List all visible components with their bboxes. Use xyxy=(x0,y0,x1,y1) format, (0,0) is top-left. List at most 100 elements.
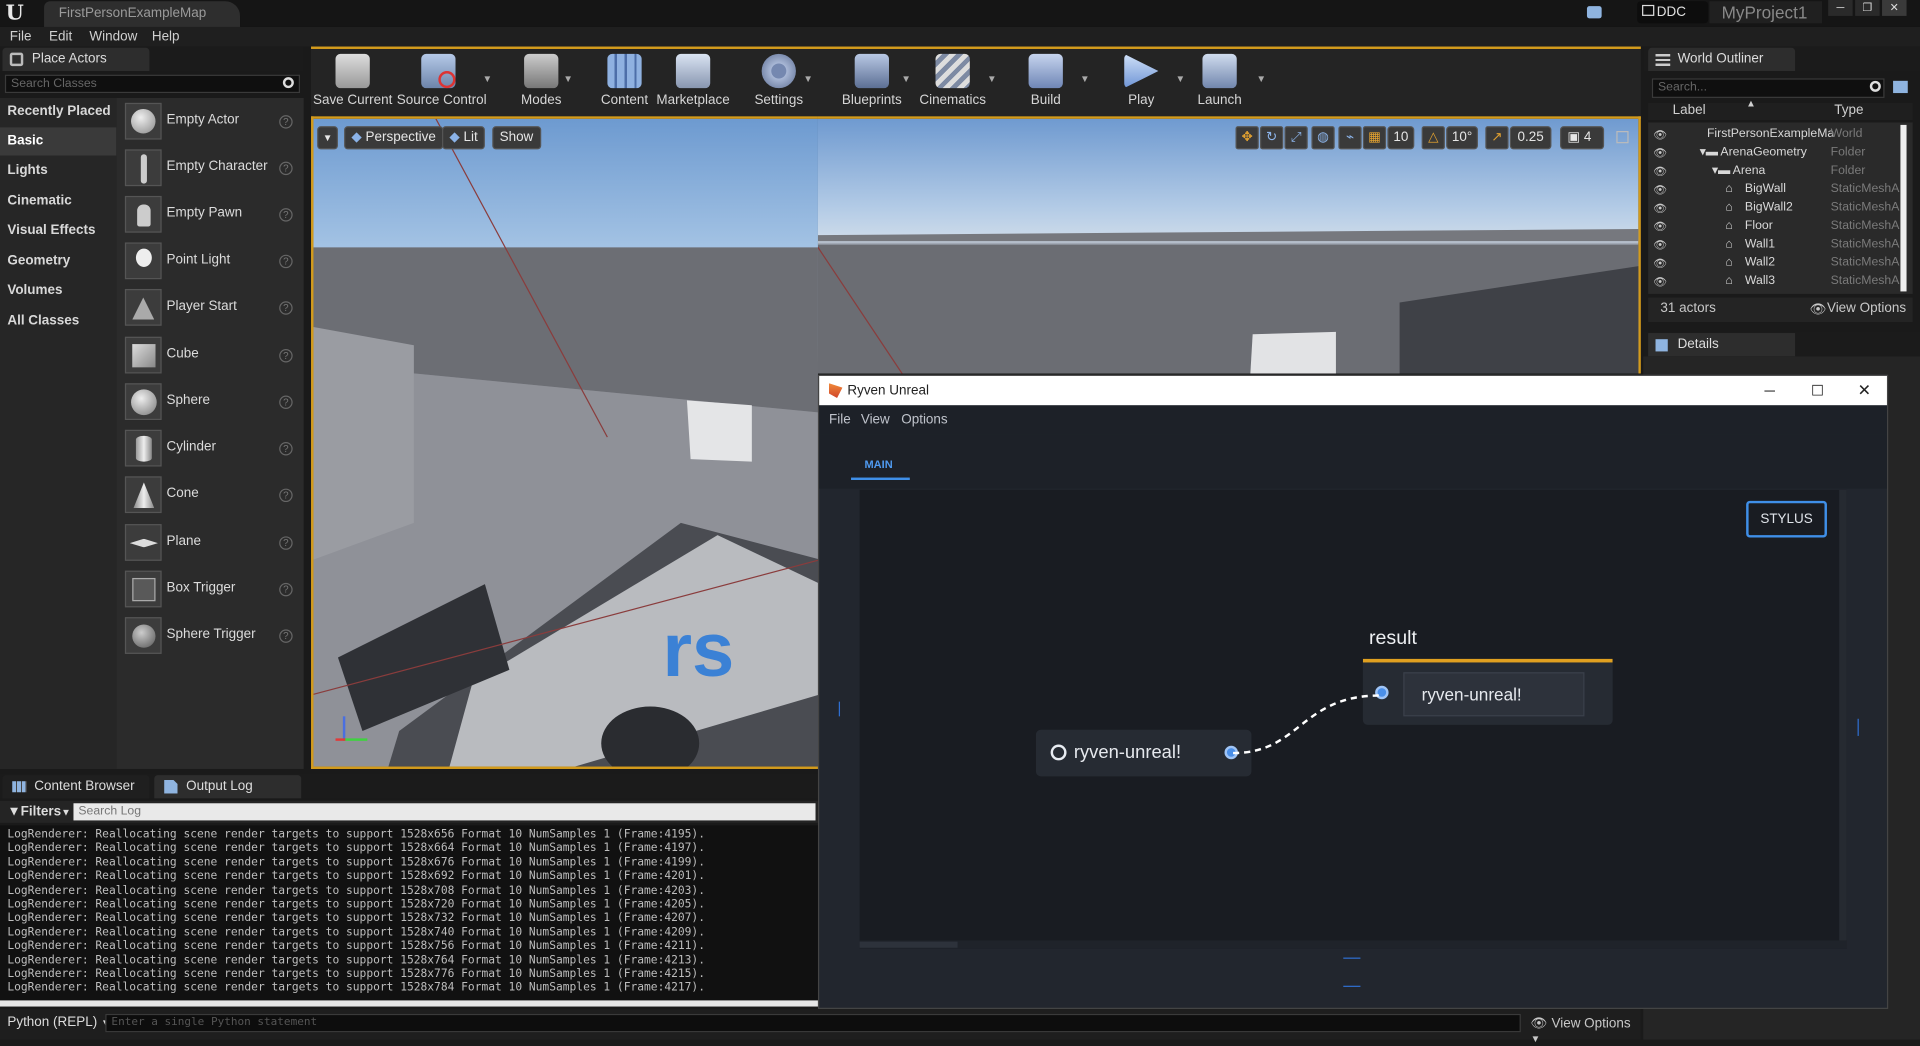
help-icon[interactable]: ? xyxy=(279,629,293,643)
eye-icon[interactable]: 👁 xyxy=(1653,255,1667,273)
category-geometry[interactable]: Geometry xyxy=(0,247,116,275)
play-button[interactable]: Play ▼ xyxy=(1100,49,1185,119)
eye-icon[interactable]: 👁 xyxy=(1653,273,1667,291)
surface-snap-icon[interactable]: ⌁ xyxy=(1338,126,1362,150)
lit-button[interactable]: ◆ Lit xyxy=(442,126,486,150)
ryven-menu-file[interactable]: File xyxy=(829,413,851,428)
ryven-minimize-icon[interactable]: ─ xyxy=(1765,376,1775,405)
menu-help[interactable]: Help xyxy=(152,27,180,47)
outliner-row[interactable]: 👁 ▾▬ Arena Folder xyxy=(1648,162,1912,180)
rotate-tool-icon[interactable]: ↻ xyxy=(1260,126,1284,150)
world-space-icon[interactable]: ◍ xyxy=(1311,126,1335,150)
outliner-row[interactable]: 👁 ⌂ Wall2 StaticMeshA xyxy=(1648,253,1912,271)
category-cinematic[interactable]: Cinematic xyxy=(0,187,116,215)
ryven-close-icon[interactable]: ✕ xyxy=(1858,376,1871,405)
source-control-button[interactable]: Source Control ▼ xyxy=(397,49,492,119)
scale-tool-icon[interactable]: ⤢ xyxy=(1284,126,1308,150)
help-icon[interactable]: ? xyxy=(279,488,293,503)
help-icon[interactable]: ? xyxy=(279,208,293,222)
actor-item[interactable]: Empty Character? xyxy=(116,147,303,191)
chevron-down-icon[interactable]: ▼ xyxy=(987,73,997,84)
actor-item[interactable]: Point Light? xyxy=(116,240,303,284)
chevron-down-icon[interactable]: ▼ xyxy=(901,73,911,84)
translate-tool-icon[interactable]: ✥ xyxy=(1235,126,1259,150)
settings-button[interactable]: Settings ▼ xyxy=(737,49,820,119)
grid-snap-icon[interactable]: ▦ xyxy=(1362,126,1387,150)
perspective-button[interactable]: ◆ Perspective xyxy=(344,126,444,150)
eye-icon[interactable]: 👁 xyxy=(1653,218,1667,236)
chevron-down-icon[interactable]: ▼ xyxy=(803,73,813,84)
input-port-icon[interactable] xyxy=(1375,685,1389,700)
content-browser-tab[interactable]: Content Browser xyxy=(2,775,150,799)
help-icon[interactable]: ? xyxy=(279,254,293,269)
chevron-down-icon[interactable]: ▼ xyxy=(563,73,573,84)
level-viewport[interactable]: rs ▼ ◆ Perspective ◆ Lit Show xyxy=(311,116,818,769)
python-mode-selector[interactable]: Python (REPL) ▼ xyxy=(7,1015,110,1030)
outliner-row[interactable]: 👁 FirstPersonExampleMa World xyxy=(1648,125,1912,143)
canvas-horizontal-scrollbar[interactable] xyxy=(859,940,1847,949)
camera-speed-button[interactable]: ▣ 4 xyxy=(1560,126,1605,150)
log-view-options[interactable]: 👁 View Options ▼ xyxy=(1531,1015,1641,1046)
chevron-down-icon[interactable]: ▼ xyxy=(1256,73,1266,84)
search-log-input[interactable]: Search Log xyxy=(73,803,816,821)
chevron-down-icon[interactable]: ▼ xyxy=(482,73,492,84)
actor-item[interactable]: Sphere? xyxy=(116,381,303,425)
close-icon[interactable]: ✕ xyxy=(1882,0,1907,16)
eye-icon[interactable]: 👁 xyxy=(1653,200,1667,218)
category-lights[interactable]: Lights xyxy=(0,157,116,185)
help-icon[interactable]: ? xyxy=(279,582,293,597)
build-button[interactable]: Build ▼ xyxy=(1004,49,1090,119)
menu-window[interactable]: Window xyxy=(89,27,137,47)
eye-icon[interactable]: 👁 xyxy=(1653,144,1667,162)
outliner-row[interactable]: 👁 ▾▬ ArenaGeometry Folder xyxy=(1648,143,1912,161)
col-type[interactable]: Type xyxy=(1834,103,1863,118)
actor-item[interactable]: Cylinder? xyxy=(116,427,303,471)
outliner-row[interactable]: 👁 ⌂ BigWall StaticMeshA xyxy=(1648,180,1912,198)
add-folder-icon[interactable] xyxy=(1893,80,1908,94)
search-classes-input[interactable]: Search Classes xyxy=(4,74,301,94)
output-port-icon[interactable] xyxy=(1224,745,1238,760)
actor-item[interactable]: Sphere Trigger? xyxy=(116,615,303,659)
help-icon[interactable]: ? xyxy=(279,301,293,315)
help-icon[interactable]: ? xyxy=(279,395,293,409)
actor-item[interactable]: Cube? xyxy=(116,334,303,378)
marketplace-button[interactable]: Marketplace xyxy=(651,49,734,119)
help-icon[interactable]: ? xyxy=(279,161,293,176)
place-actors-tab[interactable]: Place Actors xyxy=(2,47,150,72)
python-input[interactable]: Enter a single Python statement xyxy=(105,1013,1521,1033)
eye-icon[interactable]: 👁 xyxy=(1653,163,1667,181)
filters-button[interactable]: ▼Filters▼ xyxy=(7,804,70,819)
details-tab[interactable]: Details xyxy=(1648,333,1796,357)
category-recently-placed[interactable]: Recently Placed xyxy=(0,98,116,126)
outliner-row[interactable]: 👁 ⌂ Wall1 StaticMeshA xyxy=(1648,235,1912,253)
launch-button[interactable]: Launch ▼ xyxy=(1178,49,1266,119)
help-icon[interactable]: ? xyxy=(279,536,293,550)
help-icon[interactable]: ? xyxy=(279,348,293,363)
modes-button[interactable]: Modes ▼ xyxy=(500,49,583,119)
show-button[interactable]: Show xyxy=(492,126,541,150)
col-label[interactable]: Label xyxy=(1673,103,1706,118)
ryven-menu-options[interactable]: Options xyxy=(901,413,947,428)
ryven-menu-view[interactable]: View xyxy=(861,413,890,428)
menu-file[interactable]: File xyxy=(10,27,32,47)
ryven-tab-main[interactable]: MAIN xyxy=(864,458,892,470)
actor-item[interactable]: Cone? xyxy=(116,474,303,518)
category-volumes[interactable]: Volumes xyxy=(0,277,116,305)
level-viewport-upper-right[interactable]: ✥ ↻ ⤢ ◍ ⌁ ▦ 10 △ 10° ↗ 0.25 ▣ 4 xyxy=(817,116,1641,374)
outliner-view-options[interactable]: View Options xyxy=(1827,301,1906,316)
chevron-down-icon[interactable]: ▼ xyxy=(1080,73,1090,84)
category-basic[interactable]: Basic xyxy=(0,127,117,156)
ryven-flow-canvas[interactable]: STYLUS ryven-unreal! result ryven-unreal… xyxy=(859,489,1847,949)
output-log-tab[interactable]: Output Log xyxy=(154,775,302,799)
outliner-row[interactable]: 👁 ⌂ BigWall2 StaticMeshA xyxy=(1648,198,1912,216)
ryven-maximize-icon[interactable]: ☐ xyxy=(1811,376,1824,405)
log-horizontal-scrollbar[interactable] xyxy=(0,1000,818,1007)
help-icon[interactable]: ? xyxy=(279,115,293,129)
canvas-vertical-scrollbar[interactable] xyxy=(1839,489,1847,949)
outliner-search-input[interactable]: Search... xyxy=(1651,78,1885,98)
eye-icon[interactable]: 👁 xyxy=(1653,181,1667,199)
category-visual-effects[interactable]: Visual Effects xyxy=(0,217,116,245)
actor-item[interactable]: Empty Actor? xyxy=(116,100,303,144)
actor-item[interactable]: Empty Pawn? xyxy=(116,193,303,237)
scale-snap-icon[interactable]: ↗ xyxy=(1485,126,1509,150)
